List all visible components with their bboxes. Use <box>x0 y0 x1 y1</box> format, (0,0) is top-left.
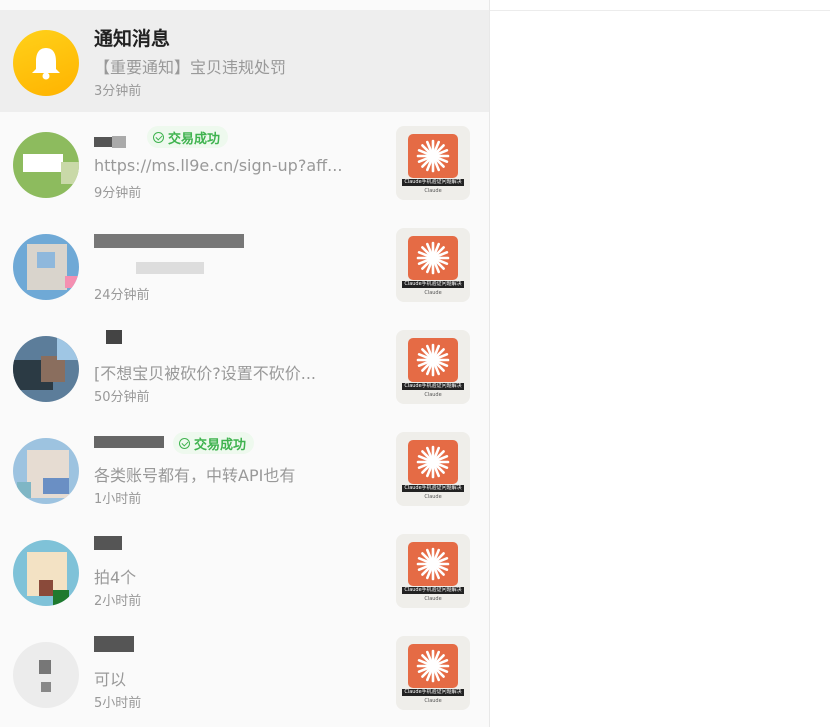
redacted-name <box>94 234 244 248</box>
avatar <box>13 336 79 402</box>
notification-preview: 【重要通知】宝贝违规处罚 <box>94 58 287 77</box>
thumbnail-caption-strip: Claude手机验证问题解决 <box>402 179 464 186</box>
message-preview: 可以 <box>94 670 127 689</box>
avatar <box>13 234 79 300</box>
claude-logo-icon <box>416 343 450 377</box>
thumbnail-caption-strip: Claude手机验证问题解决 <box>402 485 464 492</box>
avatar <box>13 438 79 504</box>
conversation-item[interactable]: [不想宝贝被砍价?设置不砍价... 50分钟前 Claude手机验证问题解决 C… <box>0 316 489 418</box>
redacted-preview <box>136 262 204 274</box>
message-time: 2小时前 <box>94 594 142 609</box>
thumbnail-caption: Claude <box>424 596 442 602</box>
message-time: 5小时前 <box>94 696 142 711</box>
thumbnail-caption: Claude <box>424 188 442 194</box>
status-badge: 交易成功 <box>147 126 229 148</box>
conversation-item[interactable]: 交易成功 https://ms.ll9e.cn/sign-up?aff... 9… <box>0 112 489 214</box>
thumbnail-caption: Claude <box>424 290 442 296</box>
notification-avatar <box>13 30 79 96</box>
message-time: 24分钟前 <box>94 288 150 303</box>
message-preview: 拍4个 <box>94 568 137 587</box>
message-time: 50分钟前 <box>94 390 150 405</box>
product-thumbnail[interactable]: Claude手机验证问题解决 Claude <box>396 228 470 302</box>
status-badge: 交易成功 <box>173 432 255 454</box>
message-preview: 各类账号都有，中转API也有 <box>94 466 296 485</box>
thumbnail-caption: Claude <box>424 494 442 500</box>
conversation-item[interactable]: 可以 5小时前 Claude手机验证问题解决 Claude <box>0 622 489 724</box>
notification-title: 通知消息 <box>94 28 171 50</box>
thumbnail-caption-strip: Claude手机验证问题解决 <box>402 281 464 288</box>
check-circle-icon <box>153 131 164 143</box>
chat-panel-empty <box>490 0 830 727</box>
claude-logo-icon <box>416 139 450 173</box>
thumbnail-caption: Claude <box>424 698 442 704</box>
thumbnail-caption-strip: Claude手机验证问题解决 <box>402 587 464 594</box>
redacted-name <box>94 536 122 550</box>
message-time: 1小时前 <box>94 492 142 507</box>
thumbnail-caption-strip: Claude手机验证问题解决 <box>402 383 464 390</box>
notification-time: 3分钟前 <box>94 84 142 99</box>
claude-logo-icon <box>416 445 450 479</box>
avatar <box>13 540 79 606</box>
redacted-name <box>94 436 164 448</box>
message-time: 9分钟前 <box>94 186 142 201</box>
product-thumbnail[interactable]: Claude手机验证问题解决 Claude <box>396 636 470 710</box>
thumbnail-caption-strip: Claude手机验证问题解决 <box>402 689 464 696</box>
avatar <box>13 132 79 198</box>
conversation-list: 通知消息 【重要通知】宝贝违规处罚 3分钟前 交易成功 https://ms.l… <box>0 0 490 727</box>
product-thumbnail[interactable]: Claude手机验证问题解决 Claude <box>396 534 470 608</box>
claude-logo-icon <box>416 547 450 581</box>
message-preview: https://ms.ll9e.cn/sign-up?aff... <box>94 156 343 175</box>
product-thumbnail[interactable]: Claude手机验证问题解决 Claude <box>396 126 470 200</box>
product-thumbnail[interactable]: Claude手机验证问题解决 Claude <box>396 432 470 506</box>
notification-item[interactable]: 通知消息 【重要通知】宝贝违规处罚 3分钟前 <box>0 10 489 112</box>
claude-logo-icon <box>416 649 450 683</box>
conversation-item[interactable]: 拍4个 2小时前 Claude手机验证问题解决 Claude <box>0 520 489 622</box>
conversation-item[interactable]: 24分钟前 Claude手机验证问题解决 Claude <box>0 214 489 316</box>
avatar <box>13 642 79 708</box>
redacted-name <box>94 636 134 652</box>
redacted-name <box>106 330 122 344</box>
divider <box>490 10 830 11</box>
conversation-item[interactable]: 交易成功 各类账号都有，中转API也有 1小时前 Claude手机验证问题解决 … <box>0 418 489 520</box>
product-thumbnail[interactable]: Claude手机验证问题解决 Claude <box>396 330 470 404</box>
thumbnail-caption: Claude <box>424 392 442 398</box>
bell-icon <box>32 48 60 80</box>
message-preview: [不想宝贝被砍价?设置不砍价... <box>94 364 316 383</box>
check-circle-icon <box>179 437 190 449</box>
claude-logo-icon <box>416 241 450 275</box>
